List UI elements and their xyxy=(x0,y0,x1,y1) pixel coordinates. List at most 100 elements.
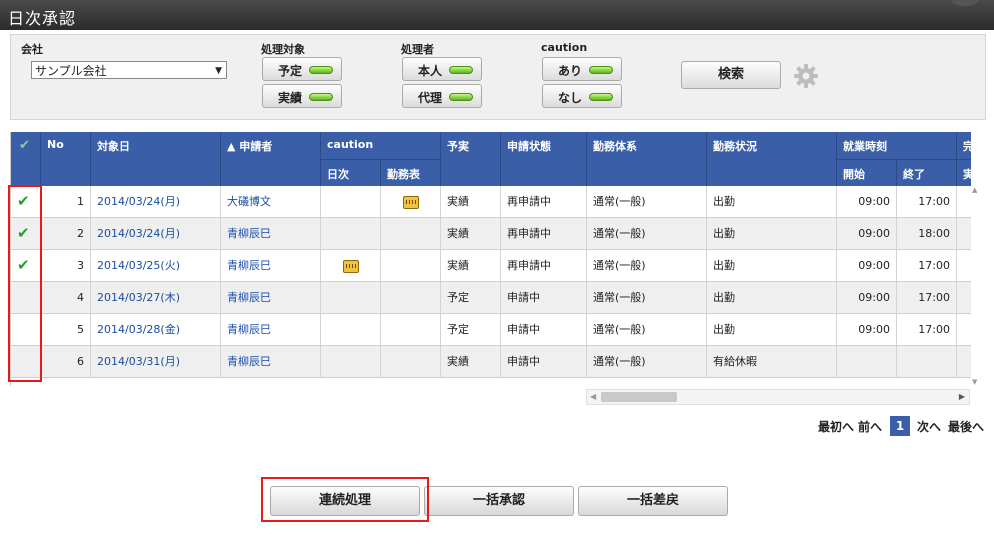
cell-text-date[interactable]: 2014/03/31(月) xyxy=(97,355,180,368)
col-caution-daily[interactable]: 日次 xyxy=(321,159,381,186)
cell-no: 6 xyxy=(41,346,91,377)
horizontal-scrollbar[interactable]: ◀ ▶ xyxy=(586,389,970,405)
col-end[interactable]: 終了 xyxy=(897,159,957,186)
cell-text-work-system: 通常(一般) xyxy=(593,195,646,208)
cell-text-date[interactable]: 2014/03/27(木) xyxy=(97,291,180,304)
cell-text-no: 5 xyxy=(77,323,84,336)
table-row[interactable]: 5 2014/03/28(金) 青柳辰巳 予定 申請中 通常(一般) 出勤 09:00 17:0… xyxy=(11,314,971,346)
cell-text-date[interactable]: 2014/03/24(月) xyxy=(97,227,180,240)
col-applicant[interactable]: ▲ 申請者 xyxy=(221,132,321,186)
col-next[interactable]: 実 xyxy=(957,159,971,186)
cell-work-status: 出勤 xyxy=(707,250,837,281)
cell-text-applicant[interactable]: 青柳辰巳 xyxy=(227,323,271,336)
cell-text-applicant[interactable]: 青柳辰巳 xyxy=(227,227,271,240)
cell-applicant: 青柳辰巳 xyxy=(221,282,321,313)
target-actual-toggle[interactable]: 実績 xyxy=(262,84,342,108)
cell-text-work-status: 有給休暇 xyxy=(713,355,757,368)
memo-icon[interactable] xyxy=(402,196,419,209)
company-label: 会社 xyxy=(21,43,43,56)
cell-next xyxy=(957,186,971,217)
cell-caution-daily xyxy=(321,186,381,217)
led-on-icon xyxy=(449,93,473,101)
cell-text-date[interactable]: 2014/03/25(火) xyxy=(97,259,180,272)
col-no[interactable]: No xyxy=(41,132,91,186)
vertical-scrollbar[interactable]: ▲ ▼ xyxy=(970,186,982,386)
cell-text-applicant[interactable]: 青柳辰巳 xyxy=(227,291,271,304)
led-on-icon xyxy=(589,66,613,74)
col-status[interactable]: 申請状態 xyxy=(501,132,587,186)
cell-work-status: 出勤 xyxy=(707,282,837,313)
bulk-return-button[interactable]: 一括差戻 xyxy=(578,486,728,516)
scroll-thumb[interactable] xyxy=(601,392,677,402)
table-row[interactable]: ✔ 1 2014/03/24(月) 大礒博文 実績 再申請中 通常(一般) 出勤 09:00 17… xyxy=(11,186,971,218)
cell-no: 4 xyxy=(41,282,91,313)
cell-date: 2014/03/24(月) xyxy=(91,218,221,249)
cell-text-end: 17:00 xyxy=(918,195,950,208)
col-date[interactable]: 対象日 xyxy=(91,132,221,186)
cell-start: 09:00 xyxy=(837,186,897,217)
cell-text-date[interactable]: 2014/03/28(金) xyxy=(97,323,180,336)
processor-proxy-toggle[interactable]: 代理 xyxy=(402,84,482,108)
cell-text-date[interactable]: 2014/03/24(月) xyxy=(97,195,180,208)
cell-caution-daily xyxy=(321,346,381,377)
cell-status: 再申請中 xyxy=(501,250,587,281)
cell-text-status: 再申請中 xyxy=(507,259,551,272)
pager-next[interactable]: 次へ xyxy=(917,418,941,435)
cell-text-applicant[interactable]: 青柳辰巳 xyxy=(227,355,271,368)
table-row[interactable]: ✔ 2 2014/03/24(月) 青柳辰巳 実績 再申請中 通常(一般) 出勤 09:00 18… xyxy=(11,218,971,250)
table-row[interactable]: ✔ 3 2014/03/25(火) 青柳辰巳 実績 再申請中 通常(一般) 出勤 09:00 17… xyxy=(11,250,971,282)
target-plan-toggle[interactable]: 予定 xyxy=(262,57,342,81)
cell-end: 17:00 xyxy=(897,314,957,345)
cell-start: 09:00 xyxy=(837,314,897,345)
cell-work-system: 通常(一般) xyxy=(587,346,707,377)
pager-prev[interactable]: 前へ xyxy=(858,418,882,435)
processor-self-toggle[interactable]: 本人 xyxy=(402,57,482,81)
select-all-check-icon[interactable]: ✔ xyxy=(11,132,41,186)
led-on-icon xyxy=(589,93,613,101)
scroll-left-icon[interactable]: ◀ xyxy=(590,392,596,401)
cell-caution-daily xyxy=(321,314,381,345)
cell-no: 3 xyxy=(41,250,91,281)
cell-applicant: 青柳辰巳 xyxy=(221,218,321,249)
search-button[interactable]: 検索 xyxy=(681,61,781,89)
pager-first[interactable]: 最初へ xyxy=(818,418,854,435)
cell-caution-daily xyxy=(321,250,381,281)
scroll-right-icon[interactable]: ▶ xyxy=(959,392,965,401)
scroll-up-icon[interactable]: ▲ xyxy=(972,186,977,194)
cell-text-plan-actual: 予定 xyxy=(447,323,469,336)
highlight-continuous-button xyxy=(261,477,429,522)
cell-text-work-status: 出勤 xyxy=(713,227,735,240)
cell-text-applicant[interactable]: 大礒博文 xyxy=(227,195,271,208)
cell-caution-sheet xyxy=(381,218,441,249)
table-row[interactable]: 6 2014/03/31(月) 青柳辰巳 実績 申請中 通常(一般) 有給休暇 xyxy=(11,346,971,378)
pager-last[interactable]: 最後へ xyxy=(948,418,984,435)
cell-start xyxy=(837,346,897,377)
caution-yes-toggle[interactable]: あり xyxy=(542,57,622,81)
col-work-system[interactable]: 勤務体系 xyxy=(587,132,707,186)
scroll-down-icon[interactable]: ▼ xyxy=(972,378,977,386)
cell-status: 申請中 xyxy=(501,314,587,345)
bulk-approve-button[interactable]: 一括承認 xyxy=(424,486,574,516)
cell-text-work-system: 通常(一般) xyxy=(593,291,646,304)
cell-start: 09:00 xyxy=(837,250,897,281)
cell-applicant: 青柳辰巳 xyxy=(221,346,321,377)
cell-text-start: 09:00 xyxy=(858,195,890,208)
gear-icon[interactable] xyxy=(793,63,819,89)
cell-text-no: 6 xyxy=(77,355,84,368)
cell-plan-actual: 実績 xyxy=(441,250,501,281)
processor-proxy-label: 代理 xyxy=(417,91,442,105)
cell-text-plan-actual: 実績 xyxy=(447,227,469,240)
caution-no-toggle[interactable]: なし xyxy=(542,84,622,108)
window-control-icon[interactable] xyxy=(950,0,980,6)
table-row[interactable]: 4 2014/03/27(木) 青柳辰巳 予定 申請中 通常(一般) 出勤 09:00 17:0… xyxy=(11,282,971,314)
cell-text-applicant[interactable]: 青柳辰巳 xyxy=(227,259,271,272)
caution-label: caution xyxy=(541,41,588,54)
col-caution-sheet[interactable]: 勤務表 xyxy=(381,159,441,186)
company-select[interactable]: サンプル会社 ▼ xyxy=(31,61,227,79)
cell-work-status: 出勤 xyxy=(707,218,837,249)
cell-text-plan-actual: 実績 xyxy=(447,355,469,368)
col-work-status[interactable]: 勤務状況 xyxy=(707,132,837,186)
memo-icon[interactable] xyxy=(342,260,359,273)
col-plan-actual[interactable]: 予実 xyxy=(441,132,501,186)
col-start[interactable]: 開始 xyxy=(837,159,897,186)
